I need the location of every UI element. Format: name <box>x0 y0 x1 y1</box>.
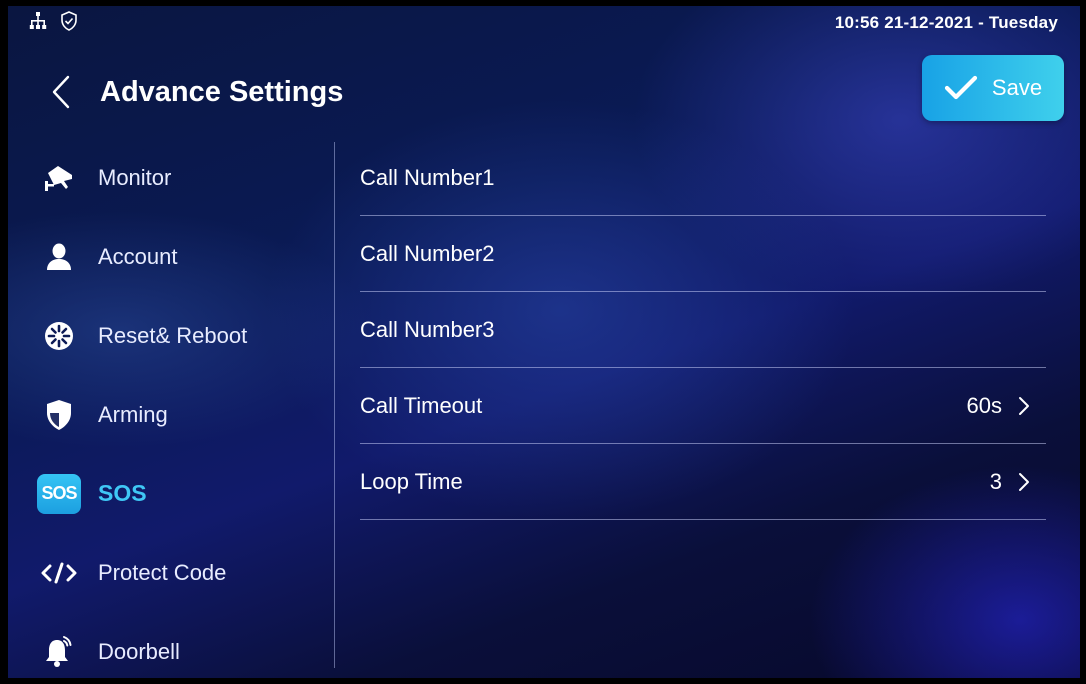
sidebar-item-label: Account <box>98 243 178 269</box>
setting-value: 3 <box>989 468 1002 494</box>
sidebar-item-label: SOS <box>98 480 147 506</box>
chevron-right-icon <box>1019 396 1029 415</box>
code-icon <box>36 553 82 593</box>
frame-right <box>1080 0 1086 684</box>
camera-icon <box>36 158 82 198</box>
sidebar-item-account[interactable]: Account <box>36 217 326 296</box>
setting-label: Call Number3 <box>360 316 495 342</box>
sidebar-item-arming[interactable]: Arming <box>36 375 326 454</box>
settings-screen: 10:56 21-12-2021 - Tuesday Advance Setti… <box>0 0 1086 684</box>
status-bar: 10:56 21-12-2021 - Tuesday <box>28 10 1058 36</box>
sos-badge: SOS <box>37 473 81 514</box>
page-header: Advance Settings Save <box>46 55 1064 121</box>
shield-icon <box>36 395 82 435</box>
chevron-right-icon <box>1019 472 1029 491</box>
sidebar-item-reset-reboot[interactable]: Reset& Reboot <box>36 296 326 375</box>
setting-row-call-number1[interactable]: Call Number1 <box>360 140 1046 216</box>
sidebar-item-protect-code[interactable]: Protect Code <box>36 533 326 612</box>
setting-label: Call Number2 <box>360 240 495 266</box>
frame-top <box>0 0 1086 6</box>
setting-value-group: 3 <box>990 469 1030 495</box>
setting-value-group: 60s <box>967 393 1030 419</box>
sidebar-item-doorbell[interactable]: Doorbell <box>36 612 326 684</box>
status-datetime: 10:56 21-12-2021 - Tuesday <box>834 13 1058 32</box>
save-label: Save <box>991 75 1043 100</box>
setting-label: Call Number1 <box>360 164 495 190</box>
setting-row-call-number2[interactable]: Call Number2 <box>360 216 1046 292</box>
frame-left <box>0 0 8 684</box>
check-icon <box>944 75 978 100</box>
back-button[interactable] <box>46 72 76 112</box>
sidebar-item-sos[interactable]: SOS SOS <box>36 454 326 533</box>
status-icons <box>28 10 78 36</box>
sidebar-item-label: Doorbell <box>98 638 180 664</box>
shield-check-icon <box>60 10 78 36</box>
chevron-left-icon <box>52 75 70 109</box>
reset-icon <box>36 316 82 356</box>
sos-icon: SOS <box>36 473 82 514</box>
settings-list: Call Number1 Call Number2 Call Number3 C… <box>360 140 1046 520</box>
user-icon <box>36 237 82 277</box>
setting-value: 60s <box>966 392 1002 418</box>
sidebar-item-label: Arming <box>98 401 168 427</box>
network-icon <box>28 11 48 36</box>
sidebar-divider <box>334 142 335 668</box>
bell-icon <box>36 632 82 672</box>
setting-label: Loop Time <box>360 468 463 494</box>
page-title: Advance Settings <box>100 75 344 108</box>
sidebar: Monitor Account Reset& Reboot Arming SOS… <box>36 138 326 684</box>
setting-label: Call Timeout <box>360 392 483 418</box>
save-button[interactable]: Save <box>922 55 1064 121</box>
sidebar-item-label: Monitor <box>98 164 172 190</box>
sidebar-item-monitor[interactable]: Monitor <box>36 138 326 217</box>
setting-row-call-timeout[interactable]: Call Timeout 60s <box>360 368 1046 444</box>
setting-row-call-number3[interactable]: Call Number3 <box>360 292 1046 368</box>
sidebar-item-label: Protect Code <box>98 559 227 585</box>
setting-row-loop-time[interactable]: Loop Time 3 <box>360 444 1046 520</box>
sidebar-item-label: Reset& Reboot <box>98 322 248 348</box>
